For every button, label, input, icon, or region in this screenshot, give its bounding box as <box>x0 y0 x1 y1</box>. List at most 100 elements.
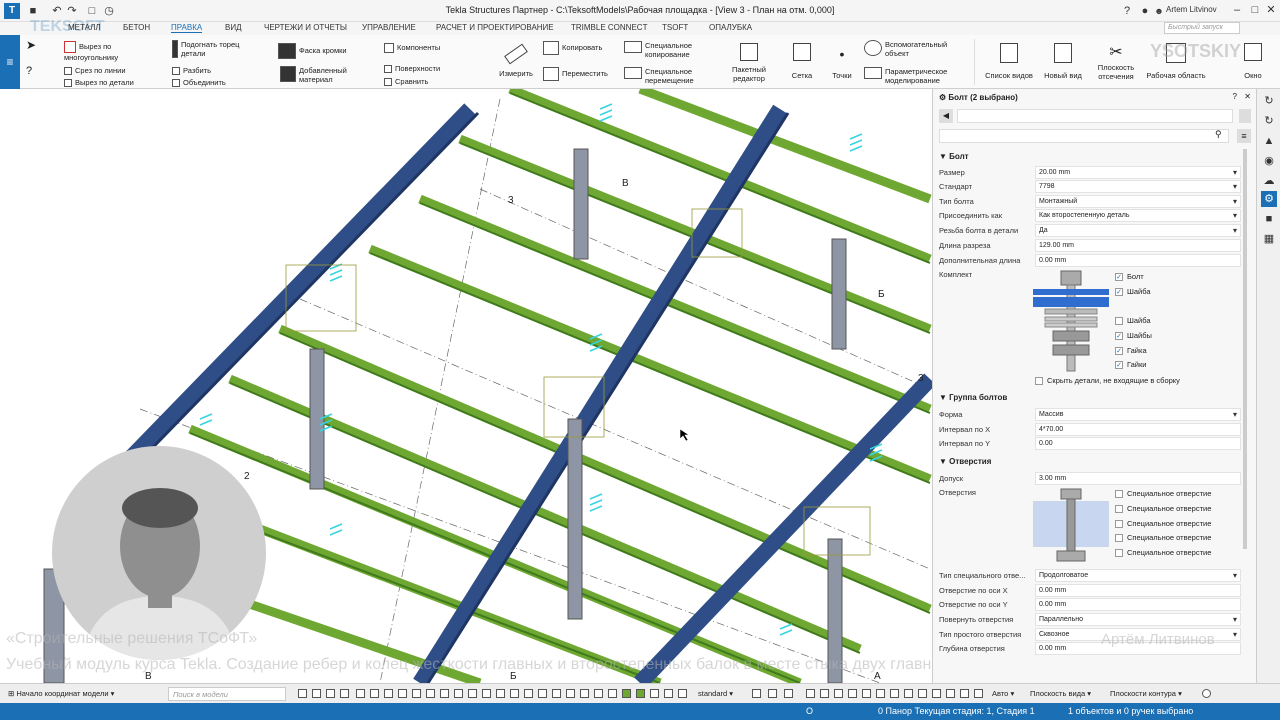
copy-button[interactable]: Копировать <box>543 41 602 55</box>
snap-14-icon[interactable] <box>538 689 547 698</box>
cut-line-button[interactable]: Срез по линии <box>64 66 126 76</box>
view-2-icon[interactable] <box>820 689 829 698</box>
kit-washer2-checkbox[interactable]: Шайба <box>1115 316 1151 326</box>
auto-dropdown[interactable]: Авто ▾ <box>992 687 1014 701</box>
batch-editor-button[interactable]: Пакетный редактор <box>726 43 772 83</box>
globe-icon[interactable]: ◉ <box>1261 153 1277 169</box>
tab-drawings[interactable]: ЧЕРТЕЖИ И ОТЧЕТЫ <box>264 23 347 32</box>
special-hole-checkbox-2[interactable]: Специальное отверстие <box>1115 504 1211 514</box>
filter-1-icon[interactable] <box>768 689 777 698</box>
view-11-icon[interactable] <box>946 689 955 698</box>
snap-1-icon[interactable] <box>356 689 365 698</box>
properties-dropdown[interactable] <box>957 109 1233 123</box>
snap-6-icon[interactable] <box>426 689 435 698</box>
save-properties-icon[interactable] <box>1239 109 1251 123</box>
snap-11-icon[interactable] <box>496 689 505 698</box>
parametric-button[interactable]: Параметрическое моделирование <box>864 67 974 85</box>
tab-manage[interactable]: УПРАВЛЕНИЕ <box>362 23 416 32</box>
components-grid-icon[interactable]: ▦ <box>1261 231 1277 247</box>
components-button[interactable]: Компоненты <box>384 43 440 54</box>
view-10-icon[interactable] <box>932 689 941 698</box>
cloud-icon[interactable]: ☁ <box>1261 173 1277 189</box>
bolt-group-section-header[interactable]: ▼ Группа болтов <box>939 393 1007 402</box>
rotate-holes-row[interactable]: Повернуть отверстия Параллельно <box>939 613 1251 627</box>
view-plane-dropdown[interactable]: Плоскость вида ▾ <box>1030 687 1091 701</box>
tab-tsoft[interactable]: TSOFT <box>662 23 688 32</box>
snap-15-icon[interactable] <box>552 689 561 698</box>
select-icon[interactable] <box>312 689 321 698</box>
kit-washer1-checkbox[interactable]: ✓ Шайба <box>1115 287 1151 297</box>
shape-row[interactable]: Форма Массив <box>939 408 1251 422</box>
view-6-icon[interactable] <box>876 689 885 698</box>
added-material-button[interactable]: Добавленный материал <box>280 66 380 84</box>
notification-icon[interactable]: ● <box>1138 4 1152 18</box>
select-arrow-icon[interactable]: ➤ <box>26 39 36 51</box>
panel-scrollbar[interactable] <box>1243 149 1247 549</box>
settings-icon[interactable] <box>752 689 761 698</box>
cube-icon[interactable]: ■ <box>1261 211 1277 227</box>
user-icon[interactable]: ☻ <box>1152 4 1166 18</box>
view-4-icon[interactable] <box>848 689 857 698</box>
snap-5-icon[interactable] <box>412 689 421 698</box>
kit-washers-checkbox[interactable]: ✓ Шайбы <box>1115 331 1152 341</box>
view-9-icon[interactable] <box>918 689 927 698</box>
model-search-input[interactable]: Поиск в модели <box>168 687 286 701</box>
view-5-icon[interactable] <box>862 689 871 698</box>
user-name[interactable]: Artem Litvinov <box>1166 5 1228 14</box>
filter-icon[interactable]: ≡ <box>1237 129 1251 143</box>
snap-17-icon[interactable] <box>580 689 589 698</box>
snap-19-icon[interactable] <box>608 689 617 698</box>
cut-part-button[interactable]: Вырез по детали <box>64 78 134 88</box>
graduation-icon[interactable]: ▲ <box>1261 133 1277 149</box>
contour-plane-dropdown[interactable]: Плоскости контура ▾ <box>1110 687 1182 701</box>
view-7-icon[interactable] <box>890 689 899 698</box>
points-button[interactable]: • Точки <box>826 43 858 80</box>
snap-22-icon[interactable] <box>650 689 659 698</box>
coordinate-origin-dropdown[interactable]: ⊞ Начало координат модели ▾ <box>8 687 114 701</box>
help-query-icon[interactable]: ? <box>26 66 32 77</box>
attach-as-row[interactable]: Присоединить как Как второстепенную детал… <box>939 209 1251 223</box>
compare-button[interactable]: Сравнить <box>384 77 428 87</box>
special-move-button[interactable]: Специальное перемещение <box>624 67 720 85</box>
spacing-y-row[interactable]: Интервал по Y 0.00 <box>939 437 1251 451</box>
view-list-button[interactable]: Список видов <box>982 43 1036 80</box>
search-toggle-icon[interactable] <box>298 689 307 698</box>
maximize-icon[interactable]: □ <box>1248 3 1262 17</box>
bolt-standard-row[interactable]: Стандарт 7798 <box>939 180 1251 194</box>
close-icon[interactable]: ✕ <box>1264 3 1278 17</box>
snap-10-icon[interactable] <box>482 689 491 698</box>
snap-2-icon[interactable] <box>370 689 379 698</box>
tab-formwork[interactable]: ОПАЛУБКА <box>709 23 752 32</box>
snap-16-icon[interactable] <box>566 689 575 698</box>
special-hole-checkbox-1[interactable]: Специальное отверстие <box>1115 489 1211 499</box>
snap-7-icon[interactable] <box>440 689 449 698</box>
snap-12-icon[interactable] <box>510 689 519 698</box>
search-icon[interactable]: ⚲ <box>1215 129 1222 140</box>
tab-metal[interactable]: МЕТАЛЛ <box>68 23 101 32</box>
refresh-icon[interactable]: ↻ <box>1261 93 1277 109</box>
extra-length-row[interactable]: Дополнительная длина 0.00 mm <box>939 254 1251 268</box>
combine-button[interactable]: Объединить <box>172 78 226 88</box>
snap-18-icon[interactable] <box>594 689 603 698</box>
tab-concrete[interactable]: БЕТОН <box>123 23 150 32</box>
tolerance-row[interactable]: Допуск 3.00 mm <box>939 472 1251 486</box>
snap-4-icon[interactable] <box>398 689 407 698</box>
bolt-type-row[interactable]: Тип болта Монтажный <box>939 195 1251 209</box>
view-1-icon[interactable] <box>806 689 815 698</box>
minimize-icon[interactable]: – <box>1230 3 1244 17</box>
view-8-icon[interactable] <box>904 689 913 698</box>
snap-21-icon[interactable] <box>636 689 645 698</box>
holes-section-header[interactable]: ▼ Отверстия <box>939 457 991 466</box>
view-12-icon[interactable] <box>960 689 969 698</box>
quick-launch-input[interactable]: Быстрый запуск <box>1164 22 1240 34</box>
help-icon[interactable]: ? <box>1120 4 1134 18</box>
clip-planes-button[interactable]: ✂ Плоскость отсечения <box>1092 43 1140 81</box>
cut-length-row[interactable]: Длина разреза 129.00 mm <box>939 239 1251 253</box>
bolt-size-row[interactable]: Размер 20.00 mm <box>939 166 1251 180</box>
chamfer-button[interactable]: Фаска кромки <box>278 43 347 59</box>
move-button[interactable]: Переместить <box>543 67 608 81</box>
select-part-icon[interactable] <box>340 689 349 698</box>
refresh-icon-2[interactable]: ↻ <box>1261 113 1277 129</box>
spacing-x-row[interactable]: Интервал по X 4*70.00 <box>939 423 1251 437</box>
select-assembly-icon[interactable] <box>326 689 335 698</box>
